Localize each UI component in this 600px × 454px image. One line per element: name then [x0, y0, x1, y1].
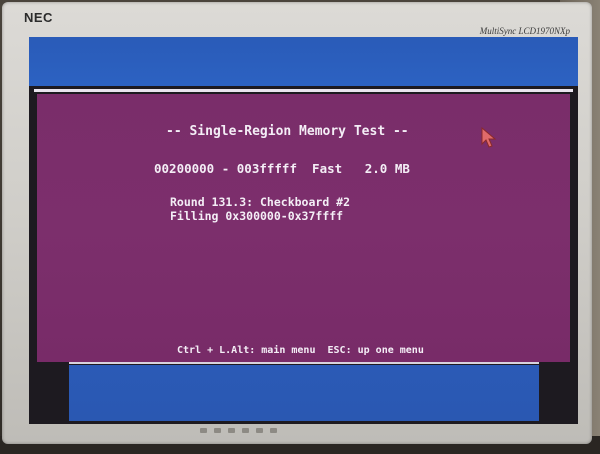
- monitor-button[interactable]: [214, 428, 221, 433]
- monitor-button[interactable]: [200, 428, 207, 433]
- top-band: [29, 37, 578, 86]
- separator-line: [34, 89, 573, 92]
- monitor-button[interactable]: [228, 428, 235, 433]
- memory-range-line: 00200000 - 003fffff Fast 2.0 MB: [154, 161, 410, 176]
- filling-status-line: Filling 0x300000-0x37ffff: [170, 209, 344, 223]
- monitor-brand: NEC: [24, 10, 53, 25]
- round-status-line: Round 131.3: Checkboard #2: [170, 195, 351, 209]
- bottom-separator-line: [69, 362, 539, 364]
- monitor-model: MultiSync LCD1970NXp: [479, 26, 570, 36]
- key-help-line: Ctrl + L.Alt: main menu ESC: up one menu: [177, 345, 424, 356]
- bottom-band: [69, 365, 539, 421]
- monitor-screen: -- Single-Region Memory Test -- 00200000…: [29, 37, 578, 424]
- arrow-cursor-icon[interactable]: [481, 127, 499, 149]
- monitor-button[interactable]: [256, 428, 263, 433]
- page-title: -- Single-Region Memory Test --: [166, 124, 409, 139]
- monitor-button[interactable]: [242, 428, 249, 433]
- monitor-button[interactable]: [270, 428, 277, 433]
